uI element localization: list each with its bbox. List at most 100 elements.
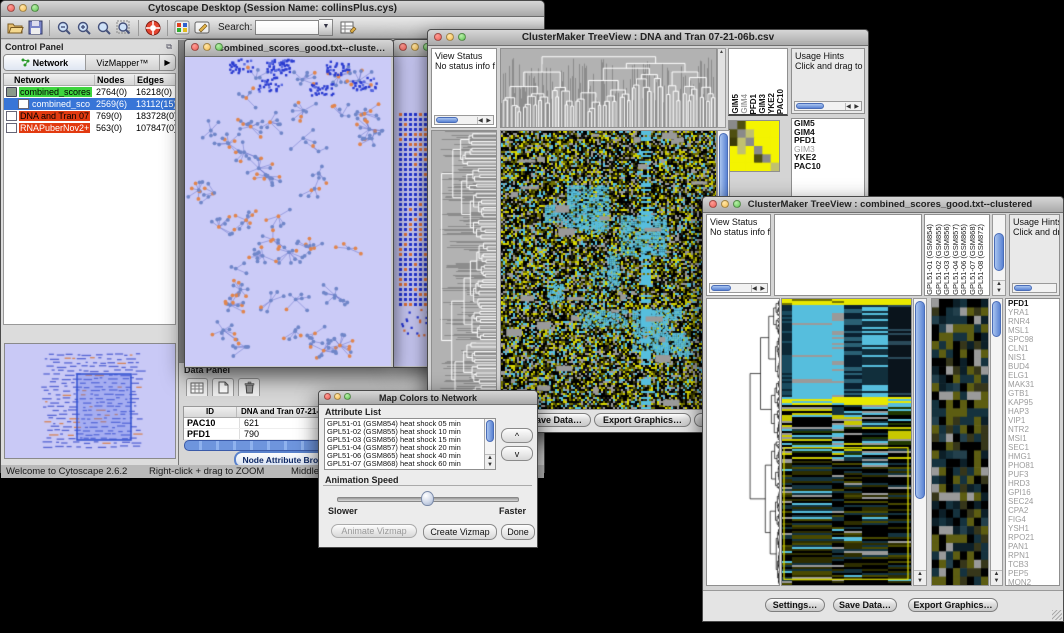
gene-label[interactable]: TCB3 — [1006, 560, 1059, 569]
export-graphics-button[interactable]: Export Graphics… — [594, 413, 691, 427]
close-icon[interactable] — [709, 200, 717, 208]
open-file-button[interactable] — [5, 19, 25, 37]
scroll-arrows[interactable]: ▲▼ — [485, 454, 495, 469]
export-graphics-button[interactable]: Export Graphics… — [908, 598, 998, 612]
network-row[interactable]: RNAPuberNov2+563(0)107847(0) — [4, 122, 175, 134]
table-edit-button[interactable] — [338, 19, 358, 37]
tv2-column-dendrogram[interactable] — [774, 214, 922, 296]
minimize-icon[interactable] — [446, 33, 454, 41]
tv1-heatmap[interactable] — [500, 130, 717, 410]
close-icon[interactable] — [434, 33, 442, 41]
gene-label[interactable]: MON2 — [1006, 578, 1059, 586]
scroll-arrows[interactable]: ▲▼ — [991, 570, 1002, 585]
gene-label[interactable]: PFD1 — [1006, 299, 1059, 308]
gene-label[interactable]: GTB1 — [1006, 389, 1059, 398]
dialog-titlebar[interactable]: Map Colors to Network — [319, 391, 537, 405]
zoom-in-button[interactable] — [74, 19, 94, 37]
scroll-arrows[interactable]: ▲▼ — [914, 570, 926, 585]
gene-label[interactable]: SEC1 — [1006, 443, 1059, 452]
tv1-summary-matrix[interactable] — [728, 120, 780, 172]
zoom-selected-button[interactable] — [114, 19, 134, 37]
vizmapper-colors-button[interactable] — [172, 19, 192, 37]
zoom-window-icon[interactable] — [31, 4, 39, 12]
move-up-button[interactable]: ^ — [501, 428, 533, 443]
network-row[interactable]: combined_sco2569(6)13112(15) — [4, 98, 175, 110]
gene-label[interactable]: ELG1 — [1006, 371, 1059, 380]
tab-network[interactable]: Network — [4, 55, 86, 70]
tv1-status-hscrollbar[interactable]: ◀ ▶ — [434, 115, 494, 125]
close-icon[interactable] — [7, 4, 15, 12]
scroll-arrows[interactable]: ◀ ▶ — [751, 285, 767, 292]
save-data-button[interactable]: Save Data… — [833, 598, 897, 612]
gene-label[interactable]: HAP3 — [1006, 407, 1059, 416]
done-button[interactable]: Done — [501, 524, 535, 540]
network1-titlebar[interactable]: combined_scores_good.txt--cluste… — [185, 40, 393, 57]
gene-label[interactable]: HMG1 — [1006, 452, 1059, 461]
gene-label[interactable]: FIG4 — [1006, 515, 1059, 524]
gene-label[interactable]: RNR4 — [1006, 317, 1059, 326]
search-dropdown-button[interactable]: ▼ — [319, 19, 333, 36]
gene-label[interactable]: PHO81 — [1006, 461, 1059, 470]
scroll-arrows[interactable]: ◀ ▶ — [845, 103, 861, 110]
delete-attribute-button[interactable] — [238, 378, 260, 396]
tv1-hints-hscrollbar[interactable]: ◀ ▶ — [794, 101, 862, 111]
move-down-button[interactable]: v — [501, 446, 533, 461]
attribute-listbox[interactable]: GPL51-01 (GSM854) heat shock 05 minGPL51… — [324, 418, 496, 470]
gene-label[interactable]: YSH1 — [1006, 524, 1059, 533]
birdseye-canvas[interactable] — [5, 344, 173, 456]
treeview1-titlebar[interactable]: ClusterMaker TreeView : DNA and Tran 07-… — [428, 30, 868, 46]
tv2-heatmap-vscrollbar[interactable]: ▲▼ — [913, 298, 927, 586]
gene-label[interactable]: VIP1 — [1006, 416, 1059, 425]
animate-vizmap-button[interactable]: Animate Vizmap — [331, 524, 417, 538]
create-attribute-button[interactable] — [212, 378, 234, 396]
scroll-arrows[interactable]: ▲▼ — [993, 280, 1005, 295]
tv1-column-dendrogram[interactable] — [500, 48, 717, 128]
float-panel-icon[interactable]: ⧉ — [166, 42, 172, 52]
gene-label[interactable]: GPI16 — [1006, 488, 1059, 497]
gene-label[interactable]: KAP95 — [1006, 398, 1059, 407]
tab-overflow-arrow[interactable]: ▶ — [160, 55, 175, 70]
minimize-icon[interactable] — [411, 43, 419, 51]
tv2-zoom-heatmap[interactable] — [931, 298, 989, 586]
network-row[interactable]: DNA and Tran 07769(0)183728(0) — [4, 110, 175, 122]
minimize-icon[interactable] — [203, 43, 211, 51]
gene-label[interactable]: RPN1 — [1006, 551, 1059, 560]
tv1-thin-scrollbar[interactable]: ▲ — [717, 48, 726, 128]
attribute-list-item[interactable]: GPL51-07 (GSM868) heat shock 60 min — [325, 460, 484, 468]
select-attributes-button[interactable] — [186, 378, 208, 396]
zoom-out-button[interactable] — [54, 19, 74, 37]
treeview2-titlebar[interactable]: ClusterMaker TreeView : combined_scores_… — [703, 197, 1063, 213]
tv2-hints-hscrollbar[interactable] — [1012, 283, 1057, 293]
zoom-window-icon[interactable] — [215, 43, 223, 51]
gene-label[interactable]: NTR2 — [1006, 425, 1059, 434]
gene-label[interactable]: CLN1 — [1006, 344, 1059, 353]
gene-label[interactable]: PEP5 — [1006, 569, 1059, 578]
tv2-labels-vscrollbar[interactable]: ▲▼ — [992, 214, 1006, 296]
tab-vizmapper[interactable]: VizMapper™ — [86, 55, 160, 70]
tv2-status-hscrollbar[interactable]: ◀ ▶ — [709, 283, 768, 293]
gene-label[interactable]: YRA1 — [1006, 308, 1059, 317]
gene-label[interactable]: PAC10 — [792, 162, 864, 171]
gene-label[interactable]: MSL1 — [1006, 326, 1059, 335]
create-vizmap-button[interactable]: Create Vizmap — [423, 524, 497, 540]
minimize-icon[interactable] — [721, 200, 729, 208]
tv2-row-dendrogram[interactable] — [706, 298, 780, 586]
network-row[interactable]: combined_scores2764(0)16218(0) — [4, 86, 175, 98]
tv2-heatmap[interactable] — [781, 298, 912, 586]
annotation-button[interactable] — [192, 19, 212, 37]
gene-label[interactable]: HRD3 — [1006, 479, 1059, 488]
zoom-window-icon[interactable] — [458, 33, 466, 41]
main-titlebar[interactable]: Cytoscape Desktop (Session Name: collins… — [1, 1, 544, 17]
save-session-button[interactable] — [25, 19, 45, 37]
gene-label[interactable]: SEC24 — [1006, 497, 1059, 506]
gene-label[interactable]: RPO21 — [1006, 533, 1059, 542]
gene-label[interactable]: PAN1 — [1006, 542, 1059, 551]
gene-label[interactable]: MSI1 — [1006, 434, 1059, 443]
zoom-window-icon[interactable] — [733, 200, 741, 208]
minimize-icon[interactable] — [19, 4, 27, 12]
help-lifering-icon[interactable] — [143, 19, 163, 37]
resize-grip[interactable] — [1052, 610, 1062, 620]
tv2-gene-list[interactable]: PFD1YRA1RNR4MSL1SPC98CLN1NIS1BUD4ELG1MAK… — [1005, 298, 1060, 586]
gene-label[interactable]: MAK31 — [1006, 380, 1059, 389]
search-input[interactable] — [255, 20, 319, 35]
